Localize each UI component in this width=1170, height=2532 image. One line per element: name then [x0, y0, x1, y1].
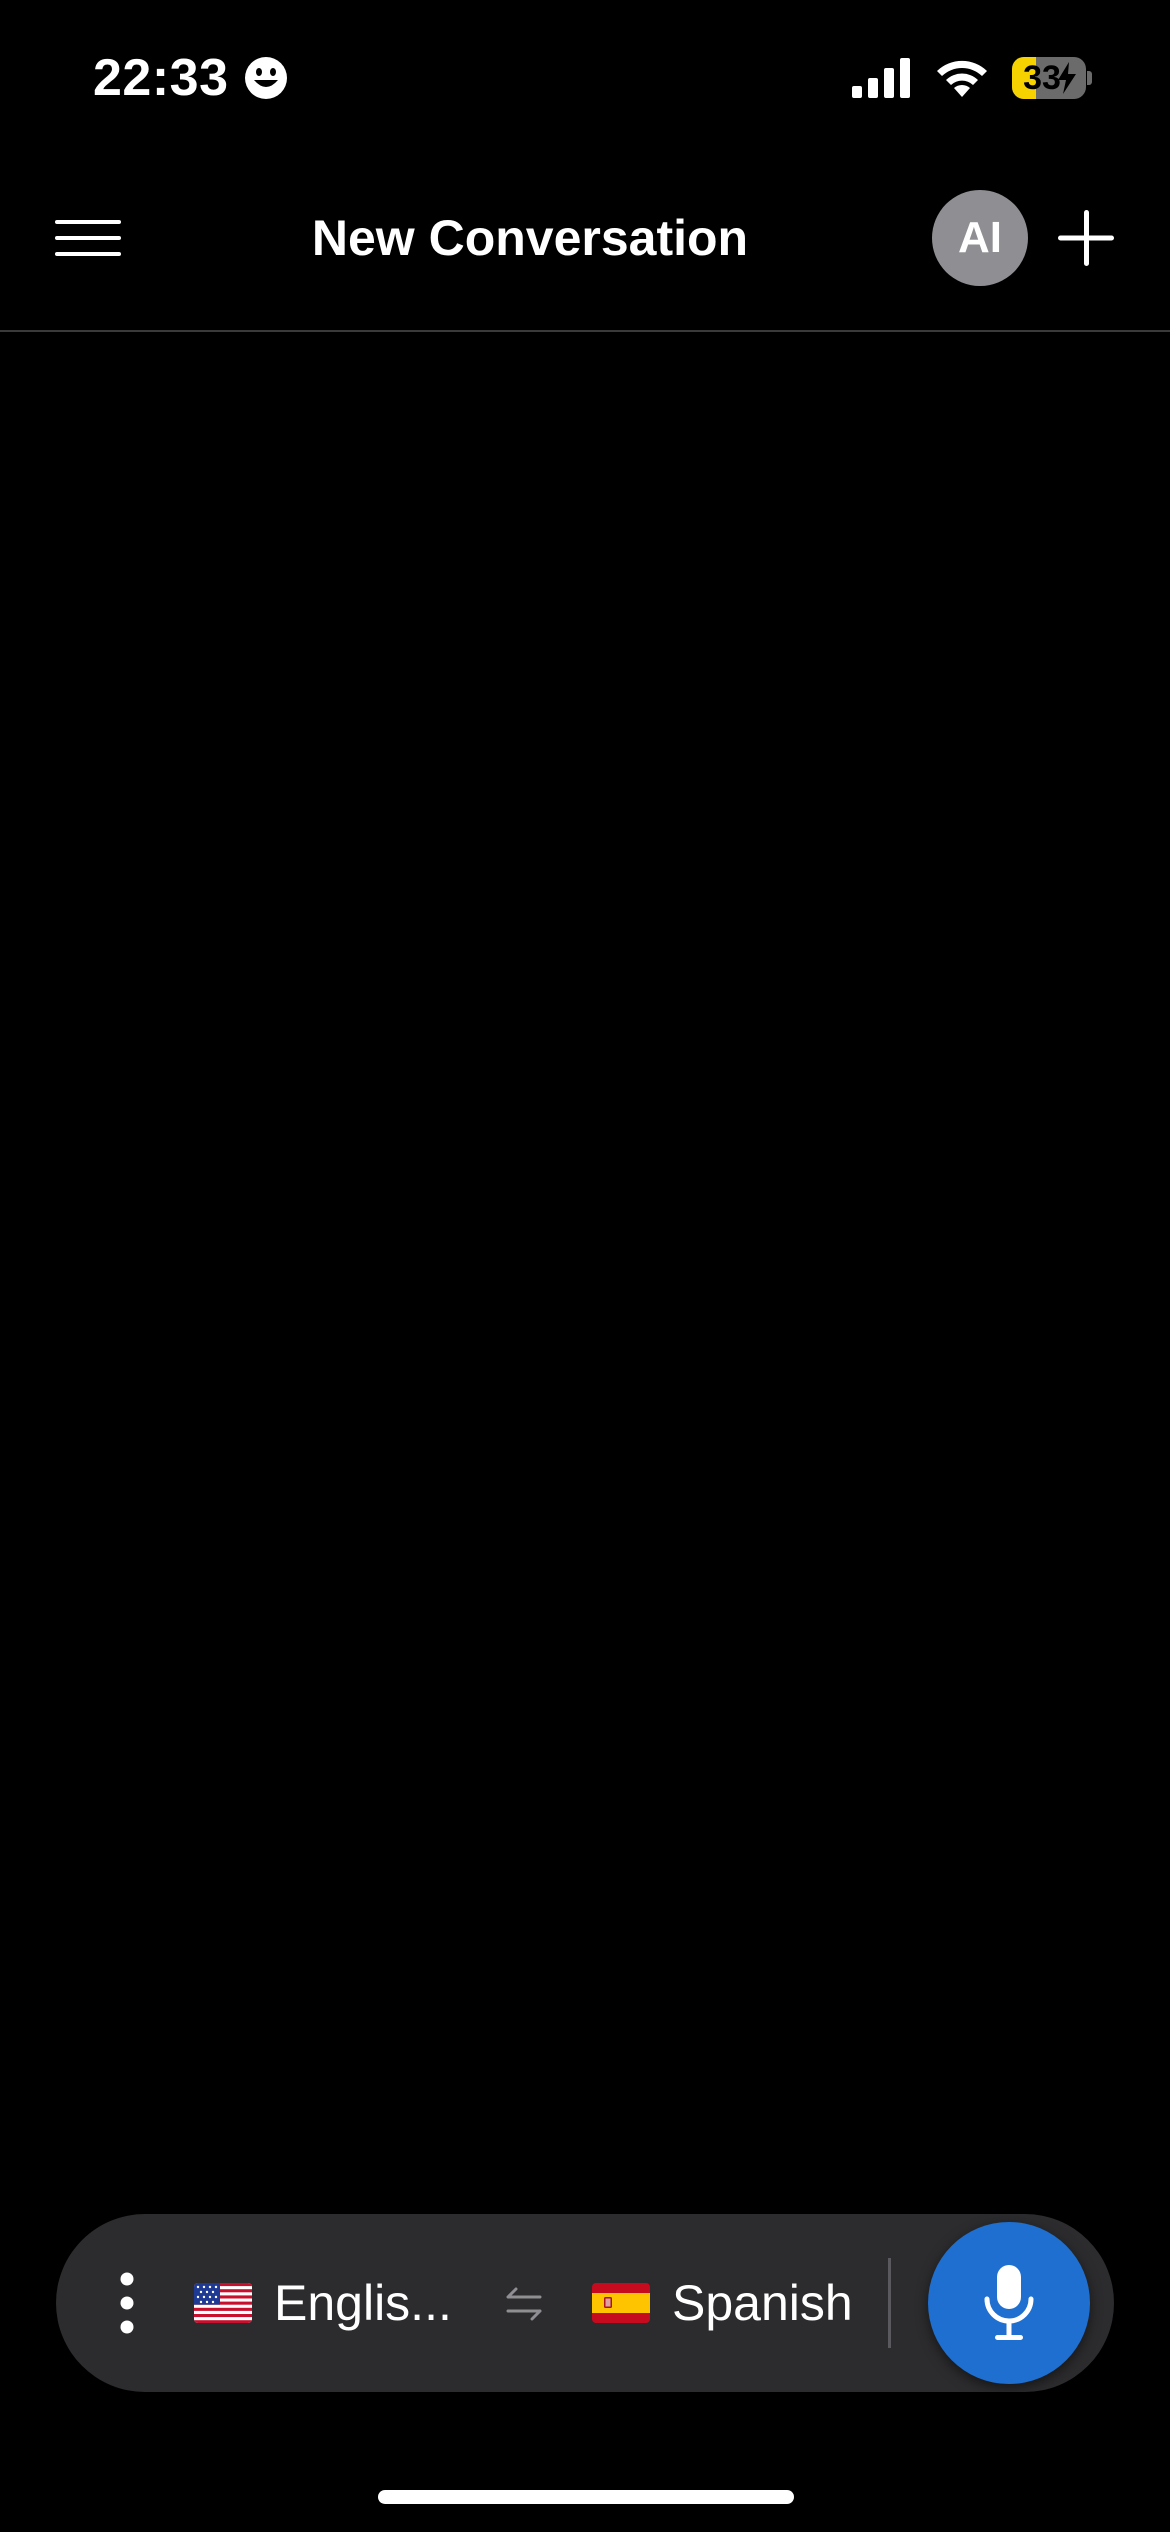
- nav-header: New Conversation AI: [0, 150, 1170, 332]
- battery-charging-icon: 33: [1012, 57, 1092, 99]
- target-language-label: Spanish: [672, 2275, 853, 2331]
- spain-flag-icon: [592, 2283, 650, 2323]
- conversation-area: [0, 332, 1170, 2212]
- new-conversation-button[interactable]: [1054, 206, 1118, 270]
- status-time: 22:33: [93, 49, 229, 107]
- source-language-label: Englis...: [274, 2275, 452, 2331]
- language-bar: Englis... Spanish: [56, 2214, 1114, 2392]
- smiley-face-icon: [245, 57, 287, 99]
- vertical-dots-icon: [120, 2272, 134, 2334]
- menu-button[interactable]: [48, 206, 128, 270]
- status-icons: 33: [852, 54, 1092, 102]
- swap-languages-button[interactable]: [492, 2272, 556, 2336]
- page-title: New Conversation: [311, 210, 749, 266]
- divider: [888, 2258, 891, 2348]
- hamburger-menu-icon: [55, 220, 121, 256]
- app-screen: 22:33 33 New Conversation AI Englis... S…: [0, 0, 1170, 2532]
- swap-arrows-icon: [506, 2287, 542, 2321]
- cellular-signal-icon: [852, 58, 910, 98]
- source-language-button[interactable]: Englis...: [194, 2264, 452, 2342]
- more-options-button[interactable]: [102, 2264, 152, 2342]
- microphone-button[interactable]: [928, 2222, 1090, 2384]
- wifi-icon: [937, 60, 987, 97]
- microphone-icon: [984, 2265, 1034, 2340]
- status-bar: 22:33 33: [0, 0, 1170, 150]
- plus-icon: [1058, 210, 1114, 266]
- us-flag-icon: [194, 2283, 252, 2323]
- home-indicator[interactable]: [378, 2490, 794, 2504]
- ai-avatar-button[interactable]: AI: [932, 190, 1028, 286]
- target-language-button[interactable]: Spanish: [592, 2264, 853, 2342]
- bolt-icon: [1058, 62, 1076, 94]
